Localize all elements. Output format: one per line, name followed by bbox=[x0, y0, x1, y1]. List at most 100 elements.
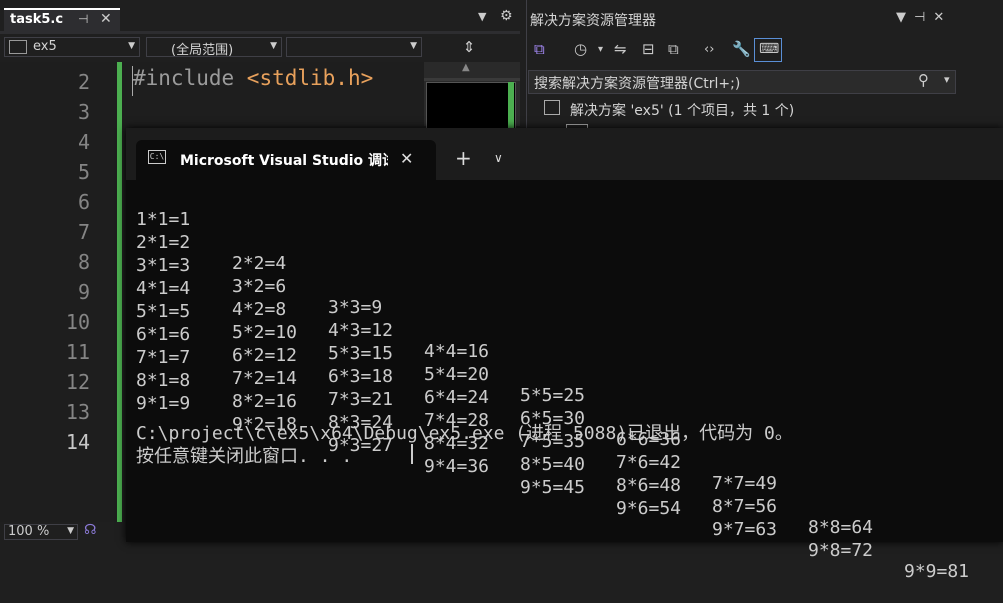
product-cell: 9*4=36 bbox=[424, 456, 490, 477]
table-row: 9*1=9 9*2=18 9*3=27 9*4=36 9*5=45 9*6=54… bbox=[136, 372, 969, 582]
preview-icon: ⌨ bbox=[759, 41, 780, 57]
code-view-icon[interactable]: ‹› bbox=[704, 42, 714, 57]
product-cell: 5*4=20 bbox=[424, 364, 490, 385]
chevron-down-icon[interactable]: ▾ bbox=[598, 44, 603, 55]
pin-icon[interactable]: ⊣ bbox=[78, 12, 88, 26]
project-combo-value: ex5 bbox=[33, 39, 57, 54]
close-tab-icon[interactable]: ✕ bbox=[100, 11, 112, 27]
search-placeholder: 搜索解决方案资源管理器(Ctrl+;) bbox=[534, 76, 741, 92]
project-combo[interactable]: ex5 ▼ bbox=[4, 37, 140, 57]
line-number: 3 bbox=[77, 100, 90, 124]
copilot-icon[interactable]: ☊ bbox=[84, 522, 96, 538]
sync-icon[interactable]: ⇋ bbox=[614, 40, 627, 58]
chevron-down-icon: ▼ bbox=[128, 41, 135, 51]
line-number: 9 bbox=[77, 280, 90, 304]
product-cell: 8*6=48 bbox=[616, 475, 682, 496]
new-tab-icon[interactable]: + bbox=[455, 146, 472, 170]
tab-task5-c[interactable]: task5.c ⊣ ✕ bbox=[4, 8, 120, 32]
product-cell: 4*2=8 bbox=[232, 299, 287, 320]
history-icon[interactable]: ◷ bbox=[574, 40, 587, 58]
product-cell: 4*4=16 bbox=[424, 341, 490, 362]
line-number: 5 bbox=[77, 160, 90, 184]
product-cell: 5*3=15 bbox=[328, 343, 394, 364]
product-cell: 3*2=6 bbox=[232, 276, 287, 297]
properties-wrench-icon[interactable]: 🔧 bbox=[732, 40, 751, 58]
code-line-include[interactable]: #include <stdlib.h> bbox=[132, 66, 423, 96]
close-prompt: 按任意键关闭此窗口. . . bbox=[136, 446, 353, 467]
scope-combo[interactable]: (全局范围) ▼ bbox=[146, 37, 282, 58]
product-cell: 7*3=21 bbox=[328, 389, 394, 410]
product-cell: 8*8=64 bbox=[808, 517, 874, 538]
project-icon bbox=[9, 40, 27, 54]
search-icon[interactable]: ⚲ bbox=[918, 71, 929, 89]
table-row: 8*1=8 8*2=16 8*3=24 8*4=32 8*5=40 8*6=48… bbox=[136, 349, 873, 538]
product-cell: 9*1=9 bbox=[136, 393, 191, 414]
zoom-value: 100 % bbox=[8, 524, 50, 539]
solution-tree-node[interactable]: 解决方案 'ex5' (1 个项目，共 1 个) bbox=[570, 100, 794, 120]
preview-selected-button[interactable]: ⌨ bbox=[754, 38, 782, 62]
table-row: 1*1=1 bbox=[136, 188, 190, 230]
product-cell: 9*5=45 bbox=[520, 477, 586, 498]
line-number: 2 bbox=[77, 70, 90, 94]
solution-icon bbox=[544, 100, 560, 115]
line-number: 6 bbox=[77, 190, 90, 214]
line-number: 7 bbox=[77, 220, 90, 244]
minimap-scroll-track bbox=[424, 78, 520, 81]
panel-window-controls[interactable]: ▼⊣✕ bbox=[896, 10, 952, 25]
product-cell: 4*3=12 bbox=[328, 320, 394, 341]
product-cell: 6*4=24 bbox=[424, 387, 490, 408]
table-row: 4*1=4 4*2=8 4*3=12 4*4=16 bbox=[136, 257, 489, 362]
product-cell: 8*7=56 bbox=[712, 496, 778, 517]
chevron-down-icon[interactable]: ▾ bbox=[944, 73, 950, 86]
product-cell: 3*3=9 bbox=[328, 297, 383, 318]
product-cell: 6*3=18 bbox=[328, 366, 394, 387]
minimap-change-bar bbox=[508, 82, 514, 128]
zoom-combo[interactable]: 100 % ▼ bbox=[4, 524, 78, 540]
console-tab-title: Microsoft Visual Studio 调试控制台 bbox=[180, 153, 388, 169]
change-tracking-bar bbox=[117, 62, 122, 522]
product-cell: 6*2=12 bbox=[232, 345, 298, 366]
product-cell: 8*5=40 bbox=[520, 454, 586, 475]
line-number: 11 bbox=[65, 340, 90, 364]
product-cell: 9*9=81 bbox=[904, 561, 970, 582]
product-cell: 9*8=72 bbox=[808, 540, 874, 561]
scroll-up-icon[interactable]: ▲ bbox=[462, 62, 470, 73]
product-cell: 7*6=42 bbox=[616, 452, 682, 473]
line-number: 4 bbox=[77, 130, 90, 154]
table-row: 7*1=7 7*2=14 7*3=21 7*4=28 7*5=35 7*6=42… bbox=[136, 326, 777, 494]
gear-icon[interactable]: ⚙ bbox=[500, 8, 513, 24]
table-row: 3*1=3 3*2=6 3*3=9 bbox=[136, 234, 382, 318]
product-cell: 9*7=63 bbox=[712, 519, 778, 540]
show-all-files-icon[interactable]: ⧉ bbox=[668, 40, 679, 58]
collapse-all-icon[interactable]: ⊟ bbox=[642, 40, 655, 58]
line-number: 12 bbox=[65, 370, 90, 394]
line-number: 13 bbox=[65, 400, 90, 424]
minimap-viewport[interactable] bbox=[426, 82, 516, 130]
line-number-gutter: 2 3 4 5 6 7 8 9 10 11 12 13 14 bbox=[0, 62, 126, 522]
chevron-down-icon: ▼ bbox=[67, 526, 74, 536]
product-cell: 8*2=16 bbox=[232, 391, 298, 412]
line-number-current: 14 bbox=[65, 430, 90, 454]
switch-views-icon[interactable]: ⧉ bbox=[534, 40, 545, 58]
close-icon[interactable]: ✕ bbox=[400, 149, 413, 168]
terminal-icon: C:\ bbox=[148, 150, 166, 164]
tab-list-dropdown-icon[interactable]: ▼ bbox=[478, 10, 486, 23]
product-cell: 7*2=14 bbox=[232, 368, 298, 389]
solution-explorer-title: 解决方案资源管理器 bbox=[530, 13, 656, 29]
line-number: 10 bbox=[65, 310, 90, 334]
product-cell: 5*2=10 bbox=[232, 322, 298, 343]
console-output: 1*1=1 2*1=2 2*2=4 3*1=3 3*2=6 3*3=9 4*1=… bbox=[136, 188, 996, 582]
line-number: 8 bbox=[77, 250, 90, 274]
preprocessor-keyword: #include bbox=[133, 66, 247, 90]
tab-label: task5.c bbox=[10, 12, 64, 27]
chevron-down-icon: ▼ bbox=[270, 41, 277, 51]
table-row: 6*1=6 6*2=12 6*3=18 6*4=24 6*5=30 6*6=36 bbox=[136, 303, 681, 450]
table-row: 2*1=2 2*2=4 bbox=[136, 211, 286, 274]
chevron-down-icon[interactable]: ∨ bbox=[494, 151, 503, 165]
member-combo[interactable]: ▼ bbox=[286, 37, 422, 57]
include-path: <stdlib.h> bbox=[246, 66, 374, 90]
chevron-down-icon: ▼ bbox=[410, 41, 417, 51]
scope-combo-value: (全局范围) bbox=[171, 43, 234, 58]
product-cell: 2*2=4 bbox=[232, 253, 287, 274]
split-editor-icon[interactable]: ⇕ bbox=[452, 38, 486, 56]
